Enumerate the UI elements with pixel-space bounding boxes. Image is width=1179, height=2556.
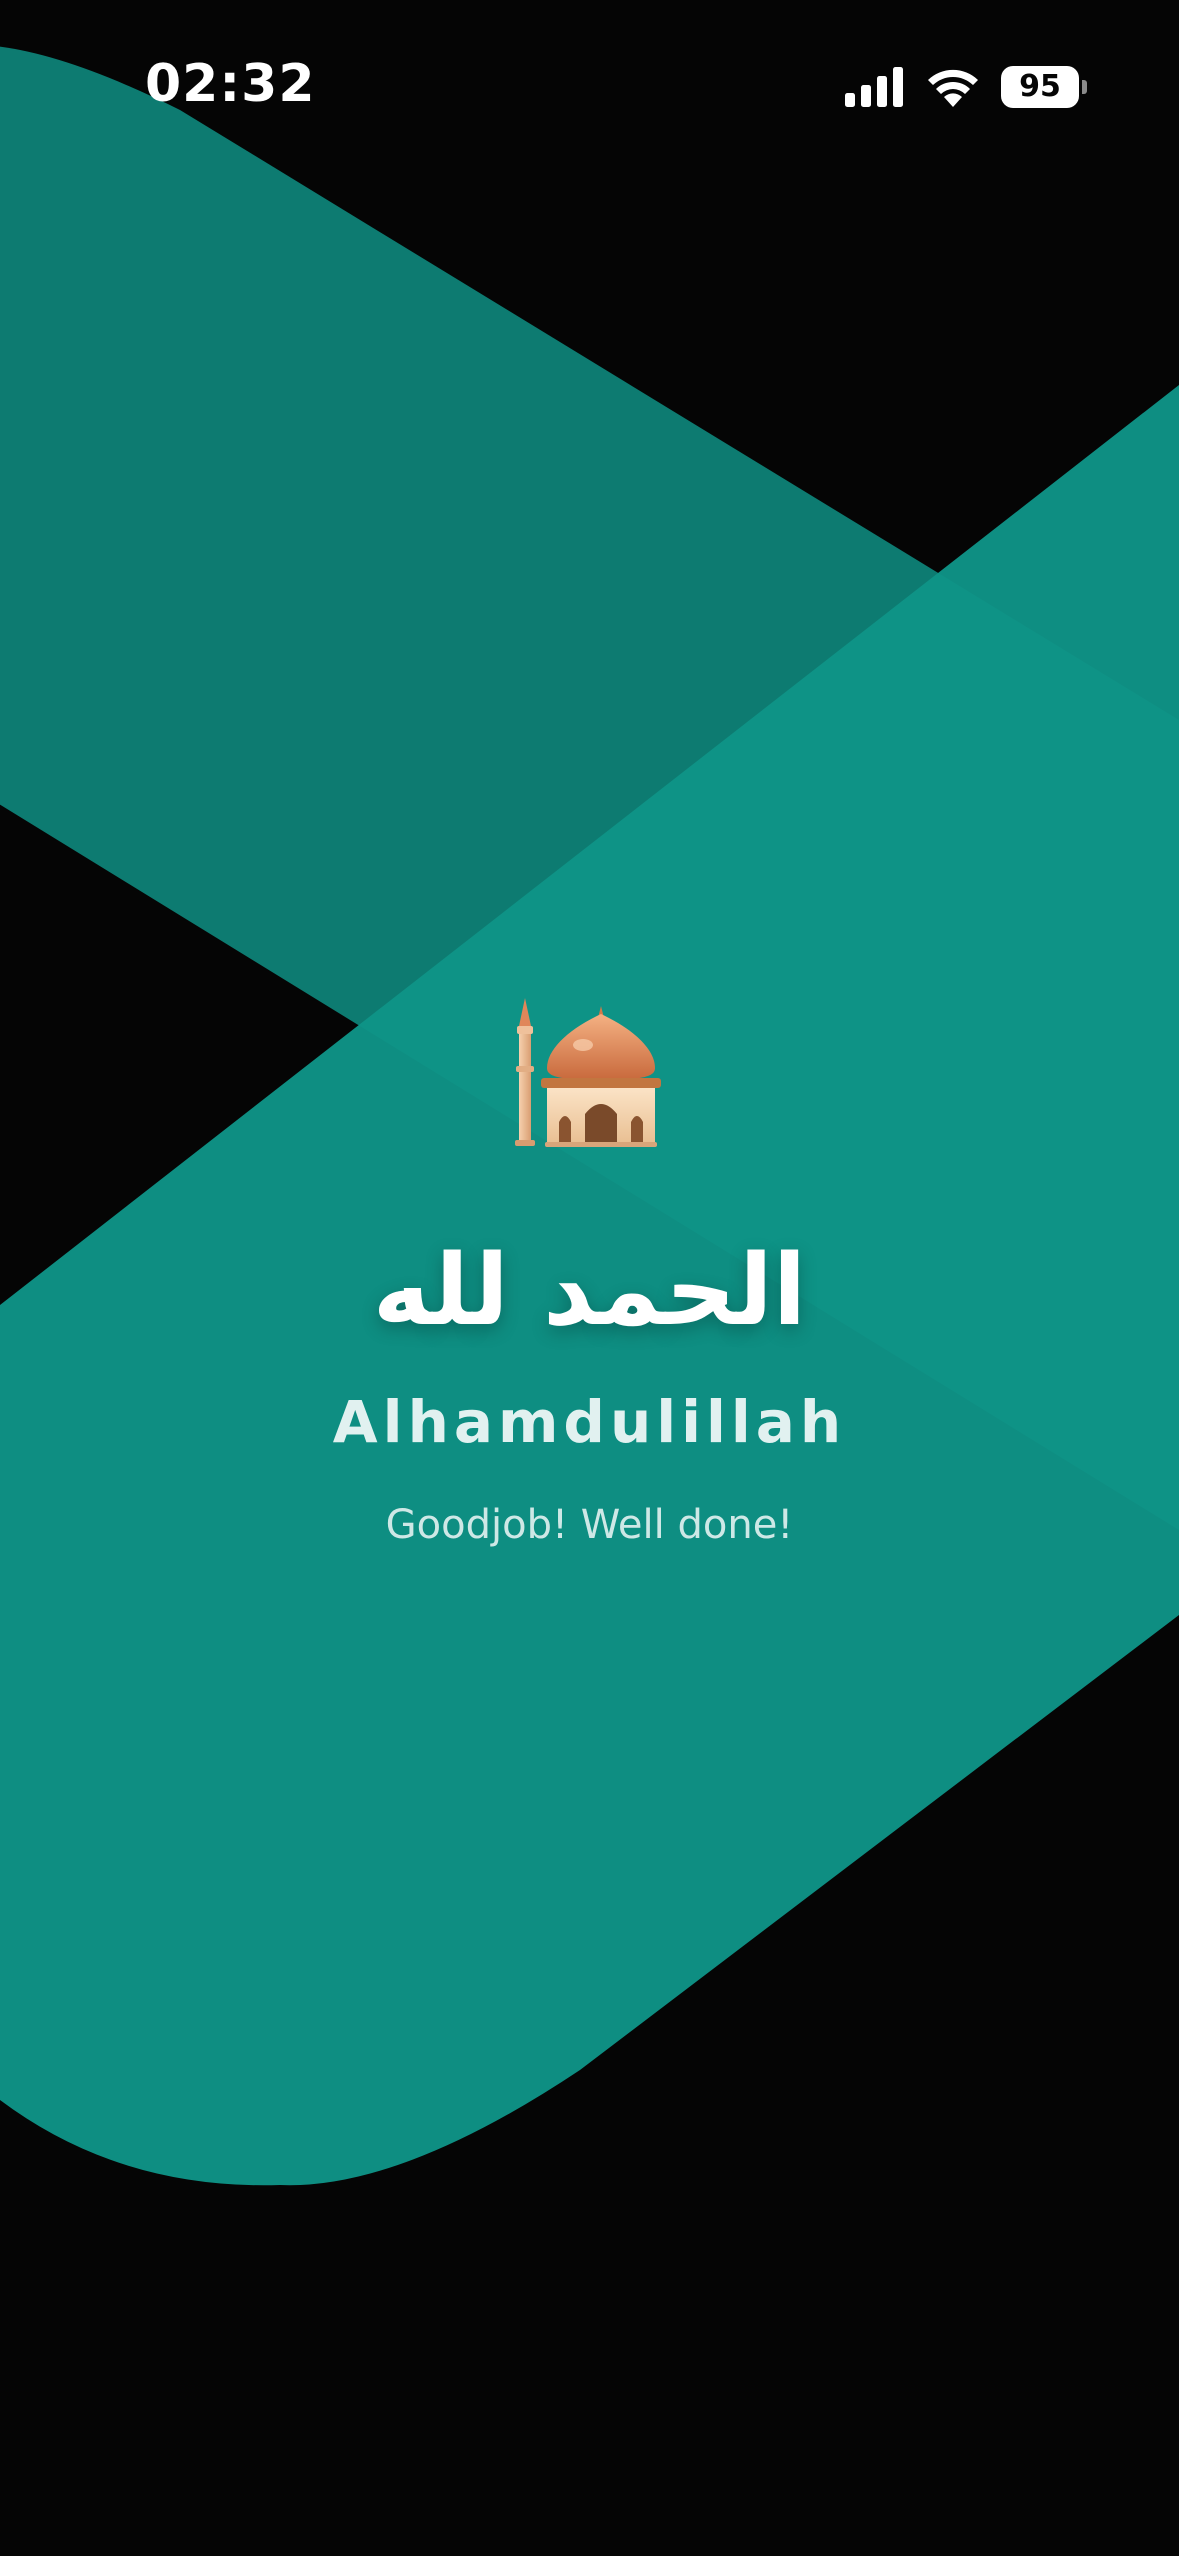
battery-cap [1082, 80, 1087, 94]
status-time: 02:32 [145, 54, 316, 114]
congrats-message: Goodjob! Well done! [385, 1501, 794, 1548]
arabic-title: الحمد لله [372, 1234, 807, 1348]
wifi-icon [928, 69, 978, 107]
signal-icon [845, 67, 903, 107]
completion-message: الحمد لله Alhamdulillah Goodjob! Well do… [0, 990, 1179, 1548]
status-icons: 95 [845, 64, 1087, 110]
mosque-icon [514, 998, 661, 1147]
battery-level: 95 [1019, 69, 1061, 104]
completion-screen: 02:32 95 الحمد لله Alhamdulillah Goodjob… [0, 0, 1179, 2556]
battery-icon: 95 [1001, 66, 1087, 108]
transliteration-title: Alhamdulillah [332, 1387, 847, 1456]
status-bar: 02:32 95 [0, 0, 1179, 170]
